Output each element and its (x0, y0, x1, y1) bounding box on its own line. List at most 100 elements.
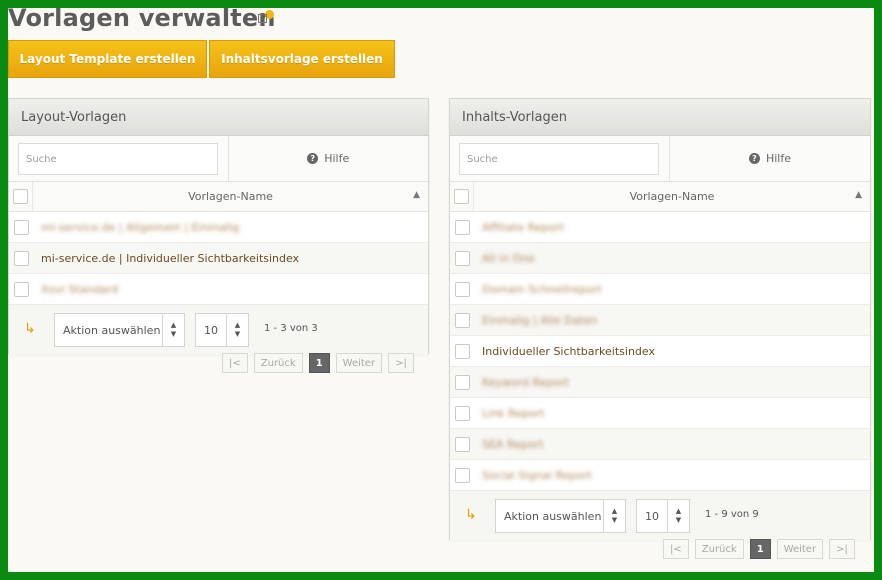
select-stepper-icon: ▲ ▼ (226, 314, 248, 346)
create-layout-template-button[interactable]: Layout Template erstellen (8, 40, 207, 78)
table-row[interactable]: Keyword Report (450, 367, 870, 398)
help-button[interactable]: ? Hilfe (670, 136, 870, 181)
template-name-link[interactable]: Link Report (474, 407, 545, 420)
row-check-cell (450, 398, 474, 428)
chevron-up-icon[interactable]: ▲ (855, 190, 862, 200)
table-row[interactable]: Affiliate Report (450, 212, 870, 243)
table-row[interactable]: Individueller Sichtbarkeitsindex (450, 336, 870, 367)
select-all-checkbox[interactable] (13, 189, 28, 204)
table-row[interactable]: SEA Report (450, 429, 870, 460)
select-stepper-icon: ▲ ▼ (162, 314, 184, 346)
page-size-value: 10 (645, 509, 659, 523)
corner-arrow-icon: ↳ (24, 321, 36, 337)
pager-first-button[interactable]: |< (663, 539, 689, 559)
content-templates-panel: Inhalts-Vorlagen ? Hilfe Vorlagen-Name ▲… (449, 98, 871, 541)
page-title: Vorlagen verwalten (8, 8, 276, 32)
template-name-link[interactable]: SEA Report (474, 438, 543, 451)
table-row[interactable]: Xovi Standard (9, 274, 428, 305)
search-wrap (450, 136, 670, 181)
pager-prev-button[interactable]: Zurück (253, 353, 303, 373)
row-check-cell (450, 460, 474, 490)
table-row[interactable]: Social Signal Report (450, 460, 870, 491)
row-check-cell (450, 367, 474, 397)
template-name-link[interactable]: Keyword Report (474, 376, 569, 389)
template-name-link[interactable]: Social Signal Report (474, 469, 592, 482)
row-checkbox[interactable] (454, 436, 470, 452)
pager-current-page[interactable]: 1 (749, 539, 771, 559)
row-checkbox[interactable] (454, 281, 470, 297)
row-check-cell (9, 274, 33, 304)
page-size-select[interactable]: 10 ▲ ▼ (195, 313, 249, 347)
table-row[interactable]: Domain Schnellreport (450, 274, 870, 305)
create-content-template-button[interactable]: Inhaltsvorlage erstellen (209, 40, 395, 78)
help-circle-icon: ? (748, 153, 760, 164)
help-label: Hilfe (765, 152, 792, 165)
select-all-cell (9, 182, 33, 211)
row-check-cell (9, 212, 33, 242)
page-size-select[interactable]: 10 ▲ ▼ (636, 499, 690, 533)
pager-last-button[interactable]: >| (829, 539, 855, 559)
row-checkbox[interactable] (454, 405, 470, 421)
help-button[interactable]: ? Hilfe (229, 136, 429, 181)
search-input[interactable] (18, 143, 218, 175)
table-row[interactable]: Link Report (450, 398, 870, 429)
panel-footer: ↳ Aktion auswählen ▲ ▼ 10 ▲ ▼ 1 - 9 von 9 (450, 491, 870, 541)
range-text: 1 - 3 von 3 (264, 323, 318, 334)
template-name-link[interactable]: mi-service.de | Individueller Sichtbarke… (33, 252, 299, 265)
pager-next-button[interactable]: Weiter (776, 539, 824, 559)
row-checkbox[interactable] (454, 219, 470, 235)
row-checkbox[interactable] (13, 219, 29, 235)
pager-last-button[interactable]: >| (388, 353, 414, 373)
template-name-link[interactable]: Domain Schnellreport (474, 283, 602, 296)
pager-current-page[interactable]: 1 (308, 353, 330, 373)
template-name-link[interactable]: Individueller Sichtbarkeitsindex (474, 345, 655, 358)
row-checkbox[interactable] (13, 281, 29, 297)
content-pager: |< Zurück 1 Weiter >| (663, 539, 855, 559)
row-check-cell (450, 429, 474, 459)
chevron-up-icon[interactable]: ▲ (413, 190, 420, 200)
row-check-cell (450, 305, 474, 335)
action-select-value: Aktion auswählen (63, 323, 161, 337)
panel-toolbar: ? Hilfe (9, 136, 428, 182)
panel-footer: ↳ Aktion auswählen ▲ ▼ 10 ▲ ▼ 1 - 3 von 3 (9, 305, 428, 355)
pager-next-button[interactable]: Weiter (335, 353, 383, 373)
table-row[interactable]: mi-service.de | Individueller Sichtbarke… (9, 243, 428, 274)
select-all-checkbox[interactable] (454, 189, 469, 204)
column-header-name[interactable]: Vorlagen-Name (33, 190, 428, 203)
layout-templates-panel: Layout-Vorlagen ? Hilfe Vorlagen-Name ▲ … (8, 98, 429, 355)
app-frame: Vorlagen verwalten Layout Template erste… (8, 8, 874, 572)
row-checkbox[interactable] (454, 374, 470, 390)
action-select[interactable]: Aktion auswählen ▲ ▼ (54, 313, 185, 347)
search-input[interactable] (459, 143, 659, 175)
template-name-link[interactable]: Affiliate Report (474, 221, 564, 234)
action-select[interactable]: Aktion auswählen ▲ ▼ (495, 499, 626, 533)
page-size-value: 10 (204, 323, 218, 337)
search-wrap (9, 136, 229, 181)
column-header: Vorlagen-Name ▲ (450, 182, 870, 212)
template-name-link[interactable]: All in One (474, 252, 535, 265)
row-checkbox[interactable] (454, 343, 470, 359)
content-rows: Affiliate Report All in One Domain Schnell… (450, 212, 870, 491)
row-checkbox[interactable] (13, 250, 29, 266)
row-checkbox[interactable] (454, 250, 470, 266)
pager-first-button[interactable]: |< (222, 353, 248, 373)
select-stepper-icon: ▲ ▼ (603, 500, 625, 532)
row-check-cell (450, 274, 474, 304)
template-name-link[interactable]: Einmalig | Alle Daten (474, 314, 597, 327)
external-link-icon[interactable] (258, 14, 267, 23)
template-name-link[interactable]: Xovi Standard (33, 283, 118, 296)
template-name-link[interactable]: mi-service.de | Allgemein | Einmalig (33, 221, 239, 234)
corner-arrow-icon: ↳ (465, 507, 477, 523)
panel-title: Inhalts-Vorlagen (450, 99, 870, 136)
pager-prev-button[interactable]: Zurück (694, 539, 744, 559)
row-check-cell (9, 243, 33, 273)
column-header-name[interactable]: Vorlagen-Name (474, 190, 870, 203)
range-text: 1 - 9 von 9 (705, 509, 759, 520)
select-all-cell (450, 182, 474, 211)
row-checkbox[interactable] (454, 467, 470, 483)
panel-toolbar: ? Hilfe (450, 136, 870, 182)
row-checkbox[interactable] (454, 312, 470, 328)
table-row[interactable]: All in One (450, 243, 870, 274)
table-row[interactable]: mi-service.de | Allgemein | Einmalig (9, 212, 428, 243)
table-row[interactable]: Einmalig | Alle Daten (450, 305, 870, 336)
